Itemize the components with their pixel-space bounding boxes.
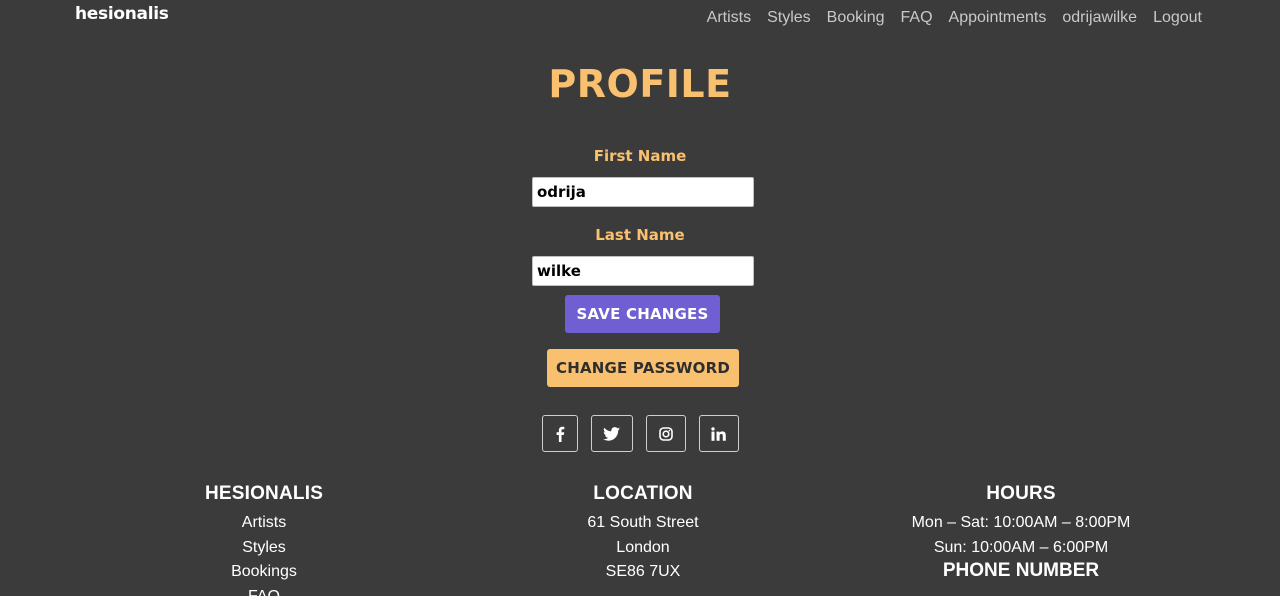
twitter-icon [603, 426, 620, 441]
footer-link-faq[interactable]: FAQ [114, 585, 414, 596]
save-changes-button[interactable]: SAVE CHANGES [565, 295, 720, 333]
footer-address-street: 61 South Street [587, 514, 699, 531]
top-nav: Artists Styles Booking FAQ Appointments … [707, 9, 1202, 27]
twitter-button[interactable] [590, 415, 633, 452]
facebook-button[interactable] [541, 415, 578, 452]
last-name-label: Last Name [595, 226, 685, 244]
first-name-label: First Name [593, 147, 687, 165]
profile-page: hesionalis Artists Styles Booking FAQ Ap… [0, 0, 1280, 596]
footer-address-postcode: SE86 7UX [605, 563, 681, 580]
footer-location-column: LOCATION 61 South Street London SE86 7UX [493, 483, 793, 585]
instagram-icon [658, 426, 673, 441]
footer-hours-column: HOURS Mon – Sat: 10:00AM – 8:00PM Sun: 1… [871, 483, 1171, 582]
social-links [0, 415, 1280, 452]
footer-location-heading: LOCATION [593, 483, 693, 504]
nav-artists[interactable]: Artists [707, 9, 751, 27]
instagram-button[interactable] [645, 415, 686, 452]
nav-logout[interactable]: Logout [1153, 9, 1202, 27]
footer-address-city: London [616, 538, 670, 556]
page-title: PROFILE [548, 62, 732, 106]
footer-phone-heading: PHONE NUMBER [942, 560, 1100, 581]
footer-link-artists[interactable]: Artists [114, 511, 414, 536]
last-name-input[interactable] [532, 256, 754, 286]
linkedin-icon [711, 426, 726, 441]
footer-hours-weekday: Mon – Sat: 10:00AM – 8:00PM [911, 514, 1131, 531]
footer-hours-heading: HOURS [986, 483, 1056, 504]
nav-faq[interactable]: FAQ [901, 9, 933, 27]
footer-hours-sunday: Sun: 10:00AM – 6:00PM [933, 538, 1109, 556]
footer-brand-heading: HESIONALIS [204, 483, 324, 504]
footer-link-bookings[interactable]: Bookings [114, 560, 414, 585]
nav-styles[interactable]: Styles [767, 9, 811, 27]
footer-link-styles[interactable]: Styles [114, 536, 414, 561]
first-name-input[interactable] [532, 177, 754, 207]
facebook-icon [556, 426, 564, 442]
nav-appointments[interactable]: Appointments [949, 9, 1047, 27]
nav-username[interactable]: odrijawilke [1062, 9, 1137, 27]
linkedin-button[interactable] [698, 415, 739, 452]
brand-logo[interactable]: hesionalis [75, 4, 169, 24]
change-password-button[interactable]: CHANGE PASSWORD [547, 349, 739, 387]
nav-booking[interactable]: Booking [827, 9, 885, 27]
footer-brand-column: HESIONALIS Artists Styles Bookings FAQ [114, 483, 414, 596]
